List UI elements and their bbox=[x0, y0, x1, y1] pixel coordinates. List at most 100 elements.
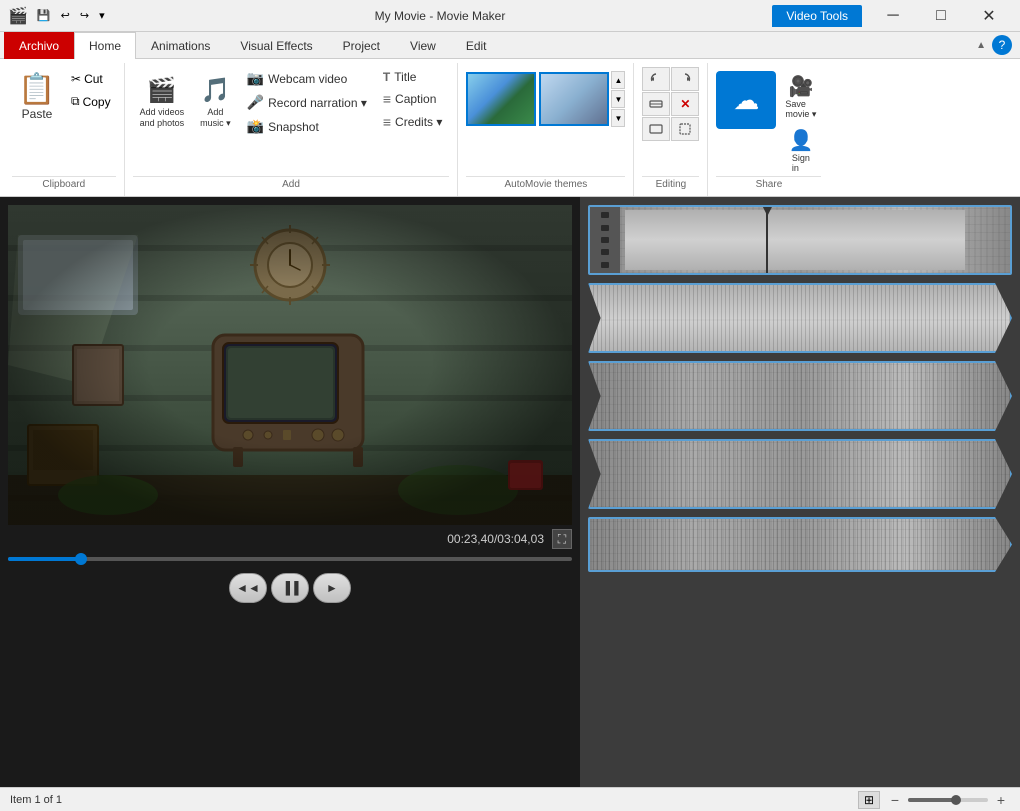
paste-label: Paste bbox=[22, 107, 53, 121]
theme-thumb-1[interactable] bbox=[466, 72, 536, 126]
save-quick-btn[interactable]: 💾 bbox=[34, 8, 54, 23]
record-narration-label: Record narration ▾ bbox=[268, 96, 367, 110]
timeline-track-2[interactable] bbox=[588, 283, 1012, 353]
redo-quick-btn[interactable]: ↪ bbox=[77, 8, 92, 23]
help-button[interactable]: ? bbox=[992, 35, 1012, 55]
tab-home[interactable]: Home bbox=[74, 32, 136, 59]
zoom-slider[interactable] bbox=[908, 798, 988, 802]
themes-scroll-down[interactable]: ▼ bbox=[611, 90, 625, 108]
caption-button[interactable]: ≡ Caption bbox=[376, 88, 450, 110]
themes-label: AutoMovie themes bbox=[466, 176, 625, 192]
themes-scroll-up[interactable]: ▲ bbox=[611, 71, 625, 89]
editing-btn-5[interactable] bbox=[642, 117, 670, 141]
add-group: 🎬 Add videosand photos 🎵 Addmusic ▾ 📷 We… bbox=[125, 63, 459, 196]
webcam-button[interactable]: 📷 Webcam video bbox=[240, 67, 374, 90]
tab-project[interactable]: Project bbox=[328, 32, 395, 59]
tab-animations[interactable]: Animations bbox=[136, 32, 225, 59]
playhead bbox=[766, 207, 768, 273]
film-hole-4 bbox=[601, 249, 609, 255]
share-btns: ☁ 🎥 Savemovie ▾ 👤 Signin bbox=[716, 67, 821, 176]
caption-label: Caption bbox=[395, 92, 436, 106]
timeline-track-1[interactable]: // Generate waveform pattern via inline … bbox=[588, 205, 1012, 275]
onedrive-button[interactable]: ☁ bbox=[716, 71, 776, 129]
save-movie-icon: 🎥 bbox=[788, 74, 813, 99]
editing-row-3 bbox=[642, 117, 699, 141]
editing-btn-1[interactable] bbox=[642, 67, 670, 91]
undo-quick-btn[interactable]: ↩ bbox=[58, 8, 73, 23]
seek-bar[interactable] bbox=[8, 557, 572, 561]
title-label: Title bbox=[394, 70, 416, 84]
timeline-track-4[interactable] bbox=[588, 439, 1012, 509]
title-button[interactable]: T Title bbox=[376, 67, 450, 87]
snapshot-button[interactable]: 📸 Snapshot bbox=[240, 115, 374, 138]
sign-in-button[interactable]: 👤 Signin bbox=[783, 125, 818, 176]
snapshot-label: Snapshot bbox=[268, 120, 319, 134]
rewind-button[interactable]: ◄◄ bbox=[229, 573, 267, 603]
editing-btn-6[interactable] bbox=[671, 117, 699, 141]
playback-controls: ◄◄ ▐▐ ► bbox=[8, 565, 572, 611]
add-videos-button[interactable]: 🎬 Add videosand photos bbox=[133, 67, 192, 138]
play-forward-button[interactable]: ► bbox=[313, 573, 351, 603]
clipboard-group-content: 📋 Paste ✂ Cut ⧉ Copy bbox=[12, 63, 116, 176]
themes-container: ▲ ▼ ▼ bbox=[466, 67, 625, 127]
zoom-slider-fill bbox=[908, 798, 956, 802]
fullscreen-button[interactable]: ⛶ bbox=[552, 529, 572, 549]
record-narration-button[interactable]: 🎤 Record narration ▾ bbox=[240, 91, 374, 114]
cut-button[interactable]: ✂ Cut bbox=[66, 69, 116, 89]
tab-archivo[interactable]: Archivo bbox=[4, 32, 74, 59]
dropdown-quick-btn[interactable]: ▾ bbox=[96, 8, 108, 23]
pause-button[interactable]: ▐▐ bbox=[271, 573, 309, 603]
ribbon-tab-bar: Archivo Home Animations Visual Effects P… bbox=[0, 32, 1020, 59]
themes-list bbox=[466, 72, 609, 126]
theme-thumb-2[interactable] bbox=[539, 72, 609, 126]
share-label: Share bbox=[716, 176, 821, 192]
seek-handle[interactable] bbox=[75, 553, 87, 565]
tab-edit[interactable]: Edit bbox=[451, 32, 502, 59]
timeline-track-3[interactable] bbox=[588, 361, 1012, 431]
text-add-col: T Title ≡ Caption ≡ Credits ▾ bbox=[376, 67, 450, 138]
add-group-cols: 🎬 Add videosand photos 🎵 Addmusic ▾ 📷 We… bbox=[133, 67, 450, 138]
tab-view[interactable]: View bbox=[395, 32, 451, 59]
webcam-label: Webcam video bbox=[268, 72, 347, 86]
ribbon-nav-up[interactable]: ▲ bbox=[976, 40, 986, 51]
add-music-icon: 🎵 bbox=[200, 76, 230, 105]
maximize-button[interactable]: □ bbox=[918, 1, 964, 31]
credits-button[interactable]: ≡ Credits ▾ bbox=[376, 111, 450, 133]
trim-icon bbox=[649, 97, 663, 111]
editing-btns: ✕ bbox=[642, 67, 699, 141]
storyboard-view-button[interactable]: ⊞ bbox=[858, 791, 880, 809]
timeline-content[interactable]: // Generate waveform pattern via inline … bbox=[580, 197, 1020, 787]
themes-dropdown[interactable]: ▼ bbox=[611, 109, 625, 127]
video-tools-tab[interactable]: Video Tools bbox=[772, 5, 862, 27]
cut-icon: ✂ bbox=[71, 72, 81, 86]
tab-visual-effects[interactable]: Visual Effects bbox=[225, 32, 327, 59]
close-button[interactable]: ✕ bbox=[966, 1, 1012, 31]
themes-group: ▲ ▼ ▼ AutoMovie themes bbox=[458, 63, 634, 196]
add-group-content: 🎬 Add videosand photos 🎵 Addmusic ▾ 📷 We… bbox=[133, 63, 450, 176]
minimize-button[interactable]: ─ bbox=[870, 1, 916, 31]
add-music-button[interactable]: 🎵 Addmusic ▾ bbox=[193, 67, 238, 138]
title-icon: T bbox=[383, 70, 390, 84]
waveform-1: // Generate waveform pattern via inline … bbox=[625, 210, 965, 270]
timeline-track-5[interactable] bbox=[588, 517, 1012, 572]
editing-btn-4[interactable]: ✕ bbox=[671, 92, 699, 116]
copy-button[interactable]: ⧉ Copy bbox=[66, 91, 116, 112]
time-display: 00:23,40/03:04,03 ⛶ bbox=[8, 525, 572, 553]
clipboard-label: Clipboard bbox=[12, 176, 116, 192]
paste-button[interactable]: 📋 Paste bbox=[12, 67, 62, 125]
zoom-in-button[interactable]: + bbox=[992, 791, 1010, 809]
film-strip bbox=[590, 207, 620, 273]
rotate-right-icon bbox=[678, 72, 692, 86]
editing-label: Editing bbox=[642, 176, 699, 192]
crop-icon bbox=[678, 122, 692, 136]
pause-icon: ▐▐ bbox=[281, 581, 298, 595]
save-movie-button[interactable]: 🎥 Savemovie ▾ bbox=[780, 71, 821, 123]
editing-btn-2[interactable] bbox=[671, 67, 699, 91]
zoom-out-button[interactable]: − bbox=[886, 791, 904, 809]
editing-row-1 bbox=[642, 67, 699, 91]
film-hole-5 bbox=[601, 262, 609, 268]
credits-icon: ≡ bbox=[383, 114, 391, 130]
status-item-info: Item 1 of 1 bbox=[10, 794, 62, 806]
editing-btn-3[interactable] bbox=[642, 92, 670, 116]
zoom-slider-handle[interactable] bbox=[951, 795, 961, 805]
